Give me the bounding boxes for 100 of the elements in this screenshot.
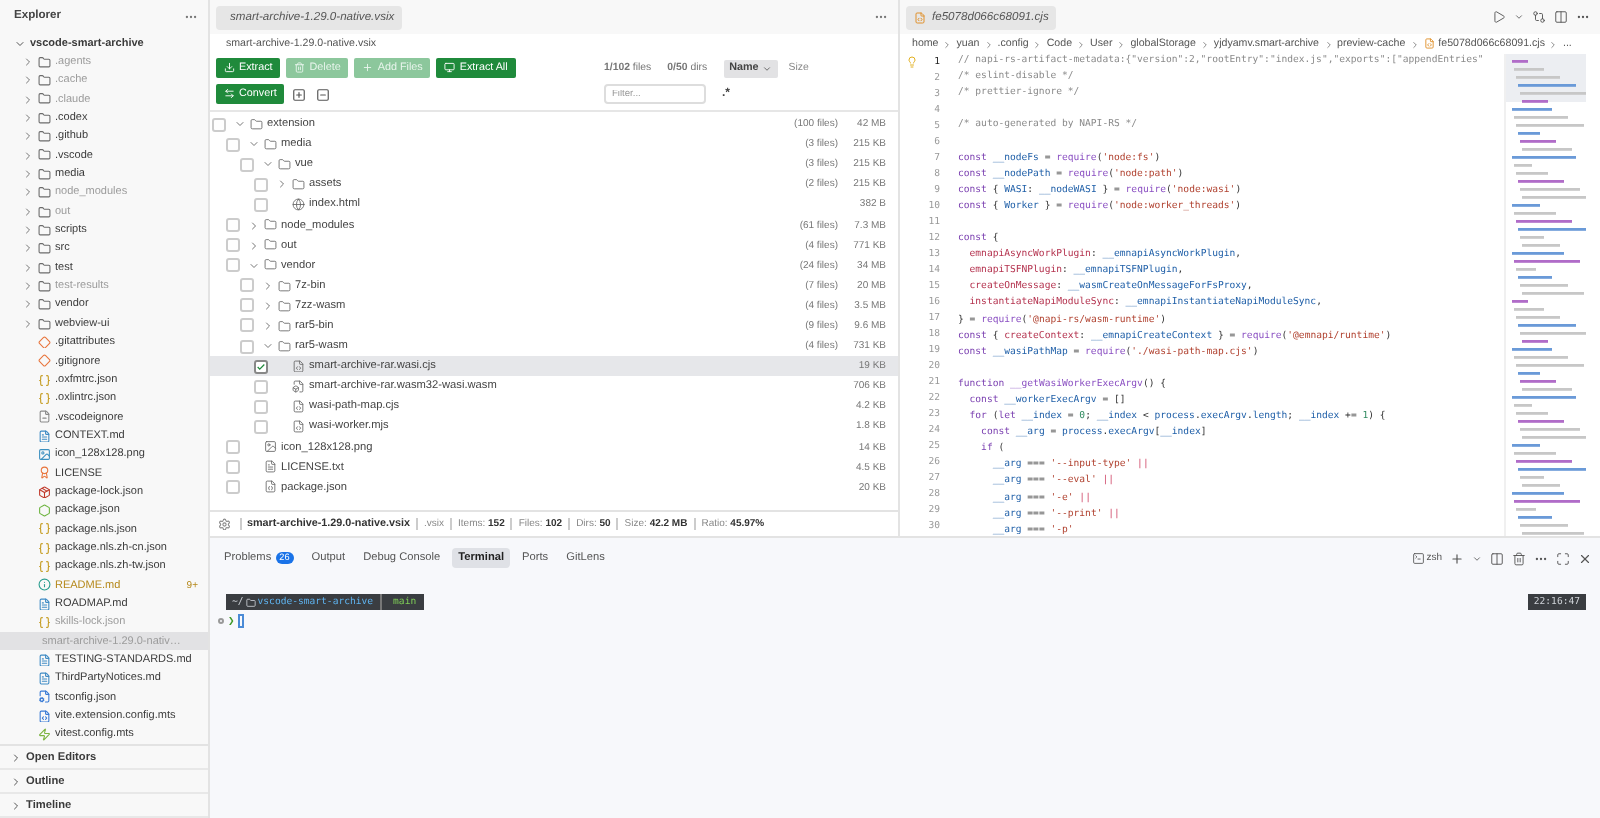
- square-plus-icon: [292, 87, 307, 101]
- braces-icon: [38, 541, 51, 555]
- folder-icon: [278, 319, 291, 333]
- plus-icon: [362, 62, 374, 74]
- terminal-icon: [1411, 551, 1425, 565]
- run-icon: [1492, 10, 1506, 24]
- folder-icon: [278, 299, 291, 313]
- monitor-icon: [444, 62, 456, 74]
- award-icon: [38, 466, 51, 480]
- document-icon: [38, 653, 51, 667]
- entry-checkbox[interactable]: [226, 137, 240, 152]
- entry-checkbox[interactable]: [212, 117, 226, 132]
- file-code-icon: [1423, 38, 1435, 50]
- chevron-icon[interactable]: [262, 279, 274, 292]
- chevron-icon[interactable]: [262, 319, 274, 332]
- chevron-icon: [1548, 39, 1559, 49]
- trash-icon: [294, 62, 306, 74]
- folder-icon: [38, 148, 51, 162]
- hexagon-icon: [38, 504, 51, 517]
- entry-checkbox[interactable]: [240, 278, 254, 293]
- folder-icon: [38, 74, 51, 88]
- chevron-icon: [942, 39, 953, 49]
- swap-icon: [224, 88, 235, 100]
- entry-checkbox[interactable]: [226, 258, 240, 273]
- chevron-icon: [1116, 39, 1127, 49]
- folder-icon: [264, 258, 277, 272]
- entry-checkbox[interactable]: [254, 419, 268, 434]
- folder-icon: [278, 339, 291, 353]
- chevron-icon: [1514, 12, 1524, 22]
- document-icon: [264, 460, 277, 474]
- folder-icon: [264, 137, 277, 151]
- plus-icon: [1450, 551, 1464, 565]
- file-code-icon: [292, 420, 305, 434]
- json-file-icon: [264, 480, 277, 494]
- chevron-icon: [762, 63, 773, 73]
- chevron-icon[interactable]: [262, 340, 274, 353]
- minimap-drawing[interactable]: [1506, 54, 1586, 536]
- image-icon: [38, 447, 51, 461]
- folder-icon: [38, 55, 51, 69]
- file-code-icon: [292, 359, 305, 373]
- folder-icon: [38, 298, 51, 312]
- chevron-icon: [1472, 553, 1482, 563]
- gear-icon: [218, 517, 231, 531]
- document-icon: [38, 429, 51, 443]
- split-terminal-icon: [1490, 551, 1504, 565]
- file-code-icon: [38, 709, 51, 723]
- package-icon: [38, 485, 51, 499]
- braces-icon: [38, 373, 51, 387]
- entry-checkbox[interactable]: [240, 318, 254, 333]
- folder-icon: [292, 178, 305, 192]
- entry-checkbox[interactable]: [254, 177, 268, 192]
- file-gear-icon: [38, 690, 51, 704]
- entry-checkbox[interactable]: [226, 218, 240, 233]
- expand-all-button[interactable]: [290, 85, 309, 103]
- chevron-icon[interactable]: [248, 219, 260, 232]
- entry-checkbox[interactable]: [240, 298, 254, 313]
- chevron-icon[interactable]: [262, 158, 274, 171]
- folder-icon: [38, 279, 51, 293]
- entry-checkbox[interactable]: [240, 157, 254, 172]
- file-minus-icon: [38, 410, 51, 424]
- file-code-icon: [292, 400, 305, 414]
- chevron-icon: [1076, 39, 1087, 49]
- folder-icon: [245, 597, 256, 607]
- square-minus-icon: [316, 87, 331, 101]
- chevron-icon[interactable]: [248, 138, 260, 151]
- entry-checkbox[interactable]: [254, 379, 268, 394]
- more-icon: [1576, 10, 1590, 24]
- folder-icon: [38, 261, 51, 275]
- download-icon: [224, 62, 235, 74]
- chevron-icon: [1199, 39, 1210, 49]
- globe-icon: [292, 198, 305, 212]
- chevron-icon[interactable]: [276, 178, 288, 191]
- lightbulb-icon: [906, 56, 918, 68]
- lightning-icon: [38, 728, 51, 742]
- document-icon: [38, 672, 51, 686]
- entry-checkbox[interactable]: [254, 359, 268, 374]
- braces-icon: [38, 391, 51, 405]
- entry-checkbox[interactable]: [254, 197, 268, 212]
- folder-icon: [38, 92, 51, 106]
- chevron-icon[interactable]: [262, 299, 274, 312]
- folder-icon: [38, 205, 51, 218]
- split-editor-icon: [1554, 10, 1568, 24]
- entry-checkbox[interactable]: [226, 480, 240, 495]
- folder-icon: [278, 157, 291, 171]
- check-icon: [256, 361, 266, 372]
- entry-checkbox[interactable]: [254, 399, 268, 414]
- entry-checkbox[interactable]: [226, 460, 240, 475]
- folder-icon: [38, 167, 51, 181]
- entry-checkbox[interactable]: [240, 339, 254, 354]
- trash-icon: [1512, 551, 1526, 565]
- folder-icon: [38, 186, 51, 200]
- chevron-icon[interactable]: [248, 259, 260, 272]
- chevron-icon[interactable]: [248, 239, 260, 252]
- collapse-all-button[interactable]: [314, 85, 333, 103]
- folder-icon: [38, 111, 51, 125]
- chevron-icon[interactable]: [234, 118, 246, 131]
- document-icon: [38, 597, 51, 611]
- folder-icon: [278, 279, 291, 293]
- entry-checkbox[interactable]: [226, 440, 240, 455]
- entry-checkbox[interactable]: [226, 238, 240, 253]
